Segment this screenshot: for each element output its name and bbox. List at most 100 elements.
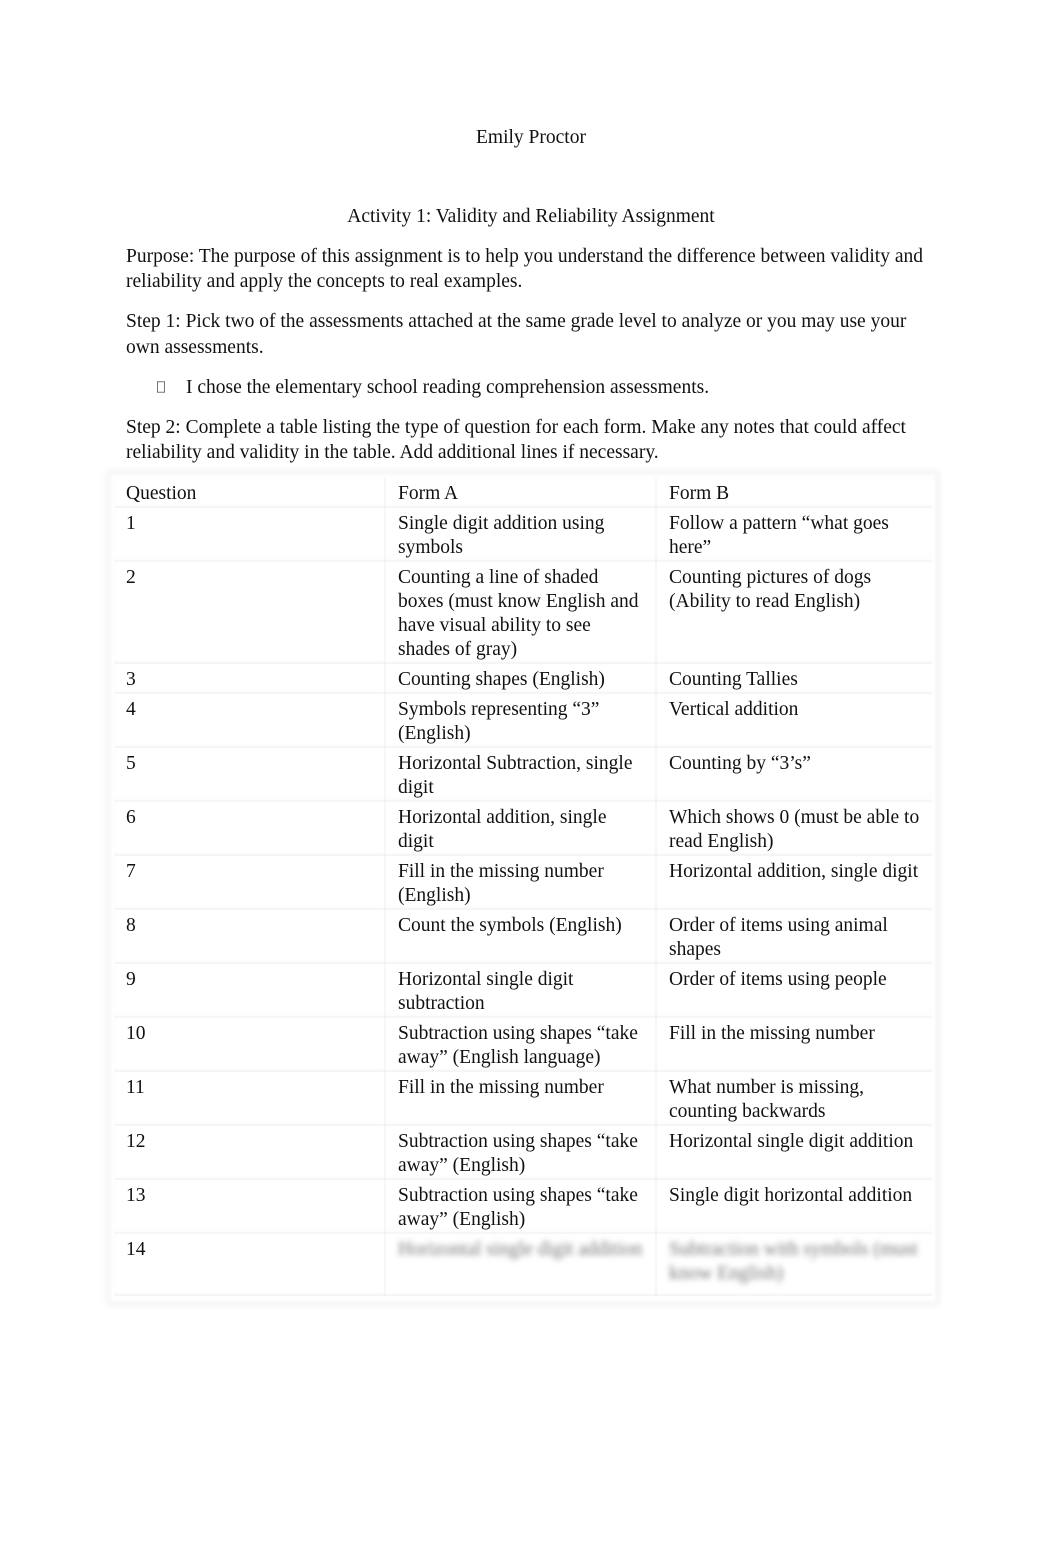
- form-a-cell-text: Horizontal addition, single digit: [398, 807, 607, 852]
- question-cell-text: 2: [126, 567, 136, 588]
- form-a-cell-text: Subtraction using shapes “take away” (En…: [398, 1185, 638, 1230]
- table-row: 11 Fill in the missing number What number …: [114, 1071, 932, 1125]
- question-cell: 6: [114, 801, 385, 855]
- form-b-cell: Follow a pattern “what goes here”: [656, 507, 932, 561]
- question-cell: 10: [114, 1017, 385, 1071]
- form-b-cell: Subtraction with symbols (must know Engl…: [656, 1233, 932, 1295]
- table-row: 4 Symbols representing “3” (English) Verti…: [114, 693, 932, 747]
- form-a-cell: Count the symbols (English): [385, 909, 656, 963]
- form-a-cell-text: Counting a line of shaded boxes (must kn…: [398, 567, 639, 660]
- question-cell-text: 12: [126, 1131, 146, 1152]
- question-cell-text: 6: [126, 807, 136, 828]
- form-a-cell: Horizontal Subtraction, single digit: [385, 747, 656, 801]
- table-row: 5 Horizontal Subtraction, single digit Cou…: [114, 747, 932, 801]
- form-b-cell-text: Order of items using animal shapes: [669, 915, 888, 960]
- form-b-cell-text: Fill in the missing number: [669, 1023, 875, 1044]
- question-cell-text: 3: [126, 669, 136, 690]
- form-b-cell: Counting by “3’s”: [656, 747, 932, 801]
- header-question: Question: [114, 478, 385, 507]
- question-cell: 8: [114, 909, 385, 963]
- question-cell: 12: [114, 1125, 385, 1179]
- form-b-cell: Order of items using people: [656, 963, 932, 1017]
- question-cell-text: 10: [126, 1023, 146, 1044]
- question-cell: 5: [114, 747, 385, 801]
- question-cell-text: 1: [126, 513, 136, 534]
- form-b-cell: Horizontal addition, single digit: [656, 855, 932, 909]
- form-b-cell: Vertical addition: [656, 693, 932, 747]
- form-b-cell-text: Counting pictures of dogs (Ability to re…: [669, 567, 872, 612]
- form-a-cell-text: Horizontal single digit addition: [398, 1239, 643, 1260]
- form-a-cell-text: Horizontal Subtraction, single digit: [398, 753, 633, 798]
- author-name: Emily Proctor: [476, 127, 586, 148]
- form-b-cell: Single digit horizontal addition: [656, 1179, 932, 1233]
- question-cell: 7: [114, 855, 385, 909]
- question-cell-text: 11: [126, 1077, 145, 1098]
- form-b-cell: Order of items using animal shapes: [656, 909, 932, 963]
- form-b-cell-text: Follow a pattern “what goes here”: [669, 513, 889, 558]
- form-a-cell: Fill in the missing number: [385, 1071, 656, 1125]
- question-cell: 9: [114, 963, 385, 1017]
- question-cell: 13: [114, 1179, 385, 1233]
- step1-paragraph: Step 1: Pick two of the assessments atta…: [126, 311, 907, 358]
- form-a-cell: Subtraction using shapes “take away” (En…: [385, 1125, 656, 1179]
- bullet-icon: [157, 381, 165, 393]
- form-b-cell-text: Order of items using people: [669, 969, 887, 990]
- form-a-cell: Fill in the missing number (English): [385, 855, 656, 909]
- question-cell-text: 14: [126, 1239, 146, 1260]
- table-row: 7 Fill in the missing number (English) Hor…: [114, 855, 932, 909]
- question-cell: 1: [114, 507, 385, 561]
- question-cell: 4: [114, 693, 385, 747]
- question-table-wrapper: Question Form A Form B 1 Single digit add…: [114, 478, 932, 1296]
- form-b-cell: Which shows 0 (must be able to read Engl…: [656, 801, 932, 855]
- question-cell-text: 13: [126, 1185, 146, 1206]
- assignment-title: Activity 1: Validity and Reliability Ass…: [347, 206, 715, 227]
- form-a-cell-text: Horizontal single digit subtraction: [398, 969, 574, 1014]
- question-cell-text: 8: [126, 915, 136, 936]
- form-a-cell-text: Counting shapes (English): [398, 669, 605, 690]
- form-b-cell-text: Counting by “3’s”: [669, 753, 811, 774]
- form-a-cell-text: Single digit addition using symbols: [398, 513, 605, 558]
- question-cell: 11: [114, 1071, 385, 1125]
- table-header-row: Question Form A Form B: [114, 478, 932, 507]
- header-form-a: Form A: [385, 478, 656, 507]
- form-a-cell-text: Subtraction using shapes “take away” (En…: [398, 1023, 638, 1068]
- bullet-text: I chose the elementary school reading co…: [186, 377, 710, 398]
- table-row: 10 Subtraction using shapes “take away” (…: [114, 1017, 932, 1071]
- form-a-cell: Horizontal single digit addition: [385, 1233, 656, 1295]
- form-b-cell-text: Subtraction with symbols (must know Engl…: [669, 1239, 918, 1284]
- table-row: 9 Horizontal single digit subtraction Orde…: [114, 963, 932, 1017]
- table-row: 3 Counting shapes (English) Counting Talli…: [114, 663, 932, 693]
- form-a-cell-text: Subtraction using shapes “take away” (En…: [398, 1131, 638, 1176]
- form-b-cell-text: Single digit horizontal addition: [669, 1185, 913, 1206]
- form-b-cell: Counting Tallies: [656, 663, 932, 693]
- purpose-paragraph: Purpose: The purpose of this assignment …: [126, 246, 923, 292]
- form-b-cell-text: Counting Tallies: [669, 669, 798, 690]
- form-a-cell: Horizontal single digit subtraction: [385, 963, 656, 1017]
- question-cell-text: 5: [126, 753, 136, 774]
- form-a-cell-text: Symbols representing “3” (English): [398, 699, 600, 744]
- form-b-cell: Fill in the missing number: [656, 1017, 932, 1071]
- form-b-cell-text: Vertical addition: [669, 699, 799, 720]
- form-a-cell: Single digit addition using symbols: [385, 507, 656, 561]
- form-a-cell-text: Fill in the missing number (English): [398, 861, 604, 906]
- table-row: 13 Subtraction using shapes “take away” (…: [114, 1179, 932, 1233]
- form-a-cell: Counting a line of shaded boxes (must kn…: [385, 561, 656, 663]
- question-cell-text: 4: [126, 699, 136, 720]
- form-a-cell: Horizontal addition, single digit: [385, 801, 656, 855]
- form-b-cell: Counting pictures of dogs (Ability to re…: [656, 561, 932, 663]
- form-a-cell-text: Count the symbols (English): [398, 915, 622, 936]
- form-b-cell-text: Horizontal addition, single digit: [669, 861, 919, 882]
- table-row: 6 Horizontal addition, single digit Which …: [114, 801, 932, 855]
- form-b-cell: Horizontal single digit addition: [656, 1125, 932, 1179]
- document-page: Emily Proctor Activity 1: Validity and R…: [0, 0, 1062, 1561]
- header-form-b: Form B: [656, 478, 932, 507]
- table-row: 1 Single digit addition using symbols Foll…: [114, 507, 932, 561]
- form-b-cell-text: What number is missing, counting backwar…: [669, 1077, 864, 1122]
- question-cell-text: 9: [126, 969, 136, 990]
- question-cell-text: 7: [126, 861, 136, 882]
- form-b-cell-text: Which shows 0 (must be able to read Engl…: [669, 807, 920, 852]
- form-a-cell: Counting shapes (English): [385, 663, 656, 693]
- question-cell: 14: [114, 1233, 385, 1295]
- table-row: 2 Counting a line of shaded boxes (must k…: [114, 561, 932, 663]
- question-table: Question Form A Form B 1 Single digit add…: [114, 478, 932, 1296]
